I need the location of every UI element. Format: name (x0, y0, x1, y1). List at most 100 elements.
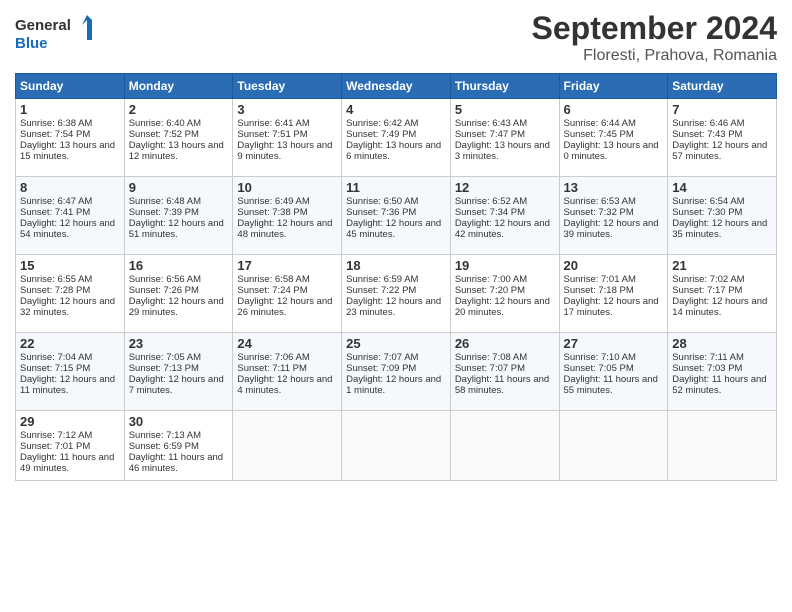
calendar-cell: 11Sunrise: 6:50 AMSunset: 7:36 PMDayligh… (342, 177, 451, 255)
day-info: Daylight: 12 hours and 39 minutes. (564, 218, 659, 240)
day-info: Daylight: 12 hours and 54 minutes. (20, 218, 115, 240)
day-number: 4 (346, 102, 446, 117)
day-info: Sunset: 7:32 PM (564, 207, 634, 218)
day-info: Sunrise: 6:54 AM (672, 196, 744, 207)
day-info: Sunset: 7:15 PM (20, 363, 90, 374)
day-info: Sunrise: 6:53 AM (564, 196, 636, 207)
day-info: Daylight: 12 hours and 4 minutes. (237, 374, 332, 396)
day-number: 19 (455, 258, 555, 273)
calendar-cell: 6Sunrise: 6:44 AMSunset: 7:45 PMDaylight… (559, 99, 668, 177)
day-info: Sunset: 7:09 PM (346, 363, 416, 374)
day-info: Sunset: 7:26 PM (129, 285, 199, 296)
calendar-cell: 14Sunrise: 6:54 AMSunset: 7:30 PMDayligh… (668, 177, 777, 255)
day-info: Sunrise: 6:55 AM (20, 274, 92, 285)
calendar-cell (342, 411, 451, 481)
day-info: Daylight: 12 hours and 14 minutes. (672, 296, 767, 318)
calendar-cell: 19Sunrise: 7:00 AMSunset: 7:20 PMDayligh… (450, 255, 559, 333)
day-number: 2 (129, 102, 229, 117)
day-info: Sunrise: 6:49 AM (237, 196, 309, 207)
day-info: Sunrise: 6:38 AM (20, 118, 92, 129)
day-number: 22 (20, 336, 120, 351)
day-number: 1 (20, 102, 120, 117)
day-info: Sunset: 7:03 PM (672, 363, 742, 374)
day-info: Daylight: 12 hours and 35 minutes. (672, 218, 767, 240)
day-info: Sunset: 7:17 PM (672, 285, 742, 296)
day-number: 30 (129, 414, 229, 429)
day-info: Sunrise: 6:46 AM (672, 118, 744, 129)
day-number: 17 (237, 258, 337, 273)
day-info: Sunrise: 7:13 AM (129, 430, 201, 441)
weekday-header-tuesday: Tuesday (233, 74, 342, 99)
day-info: Daylight: 12 hours and 1 minute. (346, 374, 441, 396)
day-info: Daylight: 13 hours and 0 minutes. (564, 140, 659, 162)
day-info: Daylight: 12 hours and 26 minutes. (237, 296, 332, 318)
day-number: 26 (455, 336, 555, 351)
day-number: 18 (346, 258, 446, 273)
location: Floresti, Prahova, Romania (532, 47, 777, 65)
day-info: Daylight: 12 hours and 48 minutes. (237, 218, 332, 240)
day-info: Sunset: 7:34 PM (455, 207, 525, 218)
day-info: Sunset: 7:07 PM (455, 363, 525, 374)
calendar-cell: 16Sunrise: 6:56 AMSunset: 7:26 PMDayligh… (124, 255, 233, 333)
day-number: 7 (672, 102, 772, 117)
day-number: 13 (564, 180, 664, 195)
day-info: Daylight: 13 hours and 12 minutes. (129, 140, 224, 162)
day-info: Sunrise: 7:05 AM (129, 352, 201, 363)
day-info: Daylight: 13 hours and 3 minutes. (455, 140, 550, 162)
day-info: Daylight: 13 hours and 6 minutes. (346, 140, 441, 162)
day-number: 11 (346, 180, 446, 195)
day-info: Sunset: 7:36 PM (346, 207, 416, 218)
day-info: Sunrise: 7:02 AM (672, 274, 744, 285)
day-info: Sunset: 7:13 PM (129, 363, 199, 374)
week-row-5: 29Sunrise: 7:12 AMSunset: 7:01 PMDayligh… (16, 411, 777, 481)
day-info: Daylight: 11 hours and 46 minutes. (129, 452, 223, 474)
day-info: Sunrise: 7:01 AM (564, 274, 636, 285)
week-row-1: 1Sunrise: 6:38 AMSunset: 7:54 PMDaylight… (16, 99, 777, 177)
day-info: Sunrise: 6:50 AM (346, 196, 418, 207)
calendar-cell: 12Sunrise: 6:52 AMSunset: 7:34 PMDayligh… (450, 177, 559, 255)
day-info: Sunrise: 7:07 AM (346, 352, 418, 363)
day-info: Sunrise: 6:43 AM (455, 118, 527, 129)
day-info: Sunrise: 7:00 AM (455, 274, 527, 285)
day-info: Sunset: 7:24 PM (237, 285, 307, 296)
day-info: Sunset: 7:22 PM (346, 285, 416, 296)
calendar-cell: 15Sunrise: 6:55 AMSunset: 7:28 PMDayligh… (16, 255, 125, 333)
calendar-cell (450, 411, 559, 481)
week-row-2: 8Sunrise: 6:47 AMSunset: 7:41 PMDaylight… (16, 177, 777, 255)
day-info: Sunset: 7:18 PM (564, 285, 634, 296)
calendar-cell: 10Sunrise: 6:49 AMSunset: 7:38 PMDayligh… (233, 177, 342, 255)
day-info: Daylight: 12 hours and 17 minutes. (564, 296, 659, 318)
calendar-cell: 23Sunrise: 7:05 AMSunset: 7:13 PMDayligh… (124, 333, 233, 411)
day-number: 24 (237, 336, 337, 351)
day-info: Sunset: 7:28 PM (20, 285, 90, 296)
day-info: Sunset: 7:43 PM (672, 129, 742, 140)
month-year: September 2024 (532, 10, 777, 47)
day-info: Sunset: 7:45 PM (564, 129, 634, 140)
day-number: 15 (20, 258, 120, 273)
day-number: 12 (455, 180, 555, 195)
calendar-cell: 20Sunrise: 7:01 AMSunset: 7:18 PMDayligh… (559, 255, 668, 333)
weekday-header-row: SundayMondayTuesdayWednesdayThursdayFrid… (16, 74, 777, 99)
day-info: Sunset: 7:49 PM (346, 129, 416, 140)
day-info: Sunrise: 6:42 AM (346, 118, 418, 129)
day-info: Sunset: 7:47 PM (455, 129, 525, 140)
calendar-cell: 27Sunrise: 7:10 AMSunset: 7:05 PMDayligh… (559, 333, 668, 411)
calendar-cell: 8Sunrise: 6:47 AMSunset: 7:41 PMDaylight… (16, 177, 125, 255)
day-info: Sunrise: 6:59 AM (346, 274, 418, 285)
calendar-cell: 5Sunrise: 6:43 AMSunset: 7:47 PMDaylight… (450, 99, 559, 177)
day-info: Daylight: 13 hours and 9 minutes. (237, 140, 332, 162)
day-info: Sunrise: 6:52 AM (455, 196, 527, 207)
day-info: Daylight: 11 hours and 49 minutes. (20, 452, 114, 474)
title-block: September 2024 Floresti, Prahova, Romani… (532, 10, 777, 65)
weekday-header-saturday: Saturday (668, 74, 777, 99)
day-number: 20 (564, 258, 664, 273)
day-info: Sunrise: 7:06 AM (237, 352, 309, 363)
calendar-cell (233, 411, 342, 481)
weekday-header-thursday: Thursday (450, 74, 559, 99)
svg-text:General: General (15, 17, 71, 34)
calendar-cell: 17Sunrise: 6:58 AMSunset: 7:24 PMDayligh… (233, 255, 342, 333)
day-info: Sunrise: 7:08 AM (455, 352, 527, 363)
day-info: Daylight: 12 hours and 57 minutes. (672, 140, 767, 162)
day-number: 27 (564, 336, 664, 351)
day-info: Sunrise: 6:48 AM (129, 196, 201, 207)
